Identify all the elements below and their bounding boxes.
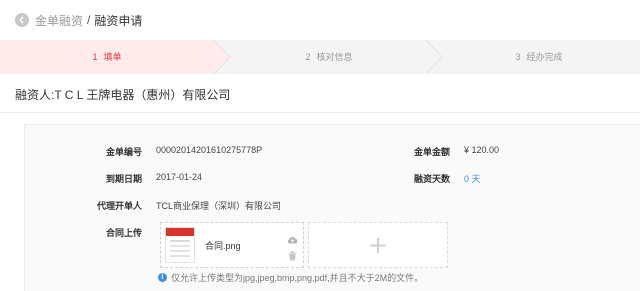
divider (0, 112, 640, 113)
breadcrumb: 金单融资 / 融资申请 (0, 0, 640, 40)
step-3-number: 3 (515, 52, 521, 62)
upload-hint: i 仅允许上传类型为jpg,jpeg,bmp,png,pdf,并且不大于2M的文… (158, 271, 423, 284)
due-date-label: 到期日期 (105, 174, 142, 184)
file-thumbnail[interactable] (165, 227, 195, 263)
amount-label: 金单金额 (413, 147, 450, 157)
info-icon: i (158, 273, 167, 282)
contract-upload-area: 合同.png + (158, 222, 448, 268)
financing-days-value: 0 天 (464, 174, 481, 184)
step-1: 1 填单 (0, 40, 214, 74)
financing-days-label: 融资天数 (413, 174, 450, 184)
step-2: 2 核对信息 (222, 40, 436, 74)
add-icon: + (367, 231, 389, 259)
agent-label: 代理开单人 (96, 201, 142, 211)
breadcrumb-parent-link[interactable]: 金单融资 (35, 12, 83, 29)
step-2-label: 核对信息 (316, 52, 353, 62)
step-1-number: 1 (92, 52, 98, 62)
amount-value: ¥ 120.00 (464, 145, 500, 155)
uploaded-file-name: 合同.png (205, 241, 241, 251)
cloud-icon[interactable] (287, 231, 298, 249)
step-3-label: 经办完成 (526, 52, 563, 62)
due-date-value: 2017-01-24 (156, 172, 203, 182)
trash-icon[interactable] (288, 248, 297, 266)
bill-no-value: 00002014201610275778P (156, 145, 263, 155)
step-1-label: 填单 (103, 52, 122, 62)
upload-hint-text: 仅允许上传类型为jpg,jpeg,bmp,png,pdf,并且不大于2M的文件。 (171, 273, 424, 283)
bill-no-label: 金单编号 (105, 147, 142, 157)
breadcrumb-separator: / (87, 13, 91, 27)
page-title: 融资申请 (94, 13, 143, 28)
progress-steps: 1 填单 2 核对信息 3 经办完成 (0, 40, 640, 74)
agent-value: TCL商业保理（深圳）有限公司 (156, 201, 282, 211)
back-icon[interactable] (15, 13, 29, 27)
applicant-name: 融资人:T C L 王牌电器（惠州）有限公司 (15, 88, 231, 102)
step-2-number: 2 (305, 52, 311, 62)
step-3: 3 经办完成 (438, 40, 640, 74)
uploaded-file-card[interactable]: 合同.png (160, 222, 304, 268)
contract-upload-label: 合同上传 (105, 228, 142, 238)
add-file-button[interactable]: + (308, 222, 448, 268)
